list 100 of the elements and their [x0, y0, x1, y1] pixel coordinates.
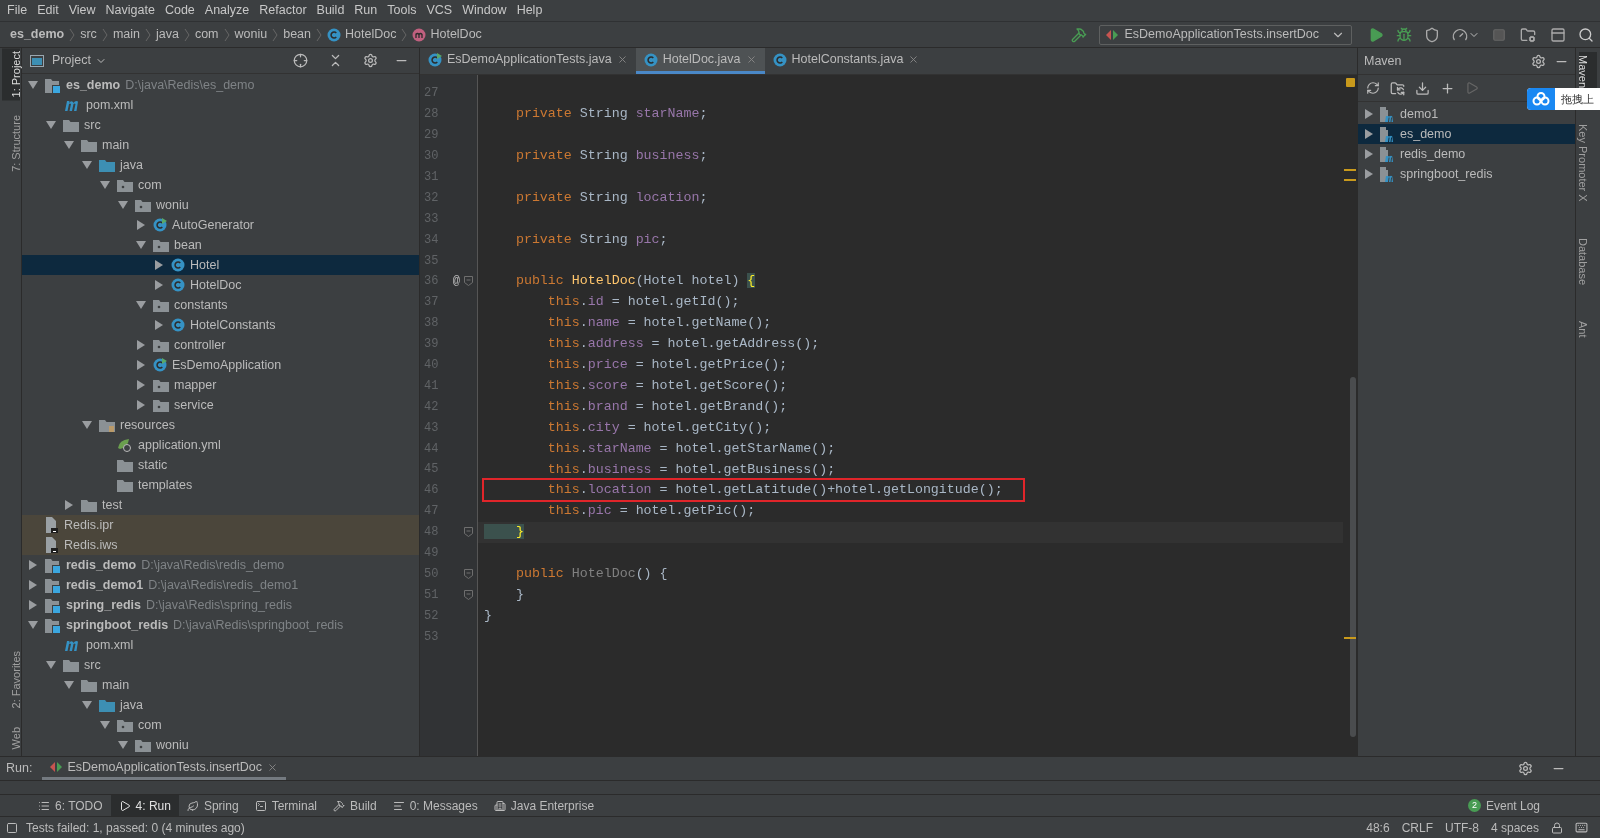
maven-project[interactable]: springboot_redis [1358, 164, 1575, 184]
close-icon[interactable] [266, 761, 278, 773]
expanded-arrow-icon[interactable] [136, 300, 146, 310]
menu-item[interactable]: View [63, 1, 101, 20]
tree-item[interactable]: resources [22, 415, 419, 435]
warning-marker[interactable] [1345, 78, 1355, 87]
editor-tab[interactable]: EsDemoApplicationTests.java [420, 48, 636, 74]
breadcrumb[interactable]: HotelDoc [412, 25, 482, 44]
menu-item[interactable]: VCS [421, 1, 458, 20]
expanded-arrow-icon[interactable] [100, 720, 110, 730]
fold-marker-icon[interactable] [464, 527, 473, 538]
tool-window-tab[interactable]: Key Promoter X [1579, 121, 1597, 205]
breadcrumb[interactable]: es_demo [10, 25, 65, 44]
tree-item[interactable]: bean [22, 235, 419, 255]
menu-item[interactable]: Analyze [199, 1, 255, 20]
tool-window-button[interactable]: Java Enterprise [485, 795, 603, 816]
maven-project[interactable]: es_demo [1358, 124, 1575, 144]
collapsed-arrow-icon[interactable] [28, 580, 38, 590]
menu-item[interactable]: Refactor [254, 1, 312, 20]
fold-marker-icon[interactable] [464, 568, 473, 579]
tree-item[interactable]: src [22, 655, 419, 675]
collapsed-arrow-icon[interactable] [154, 280, 164, 290]
tree-item[interactable]: static [22, 455, 419, 475]
tree-item[interactable]: templates [22, 475, 419, 495]
tool-window-tab[interactable]: Ant [1579, 317, 1597, 341]
tree-item[interactable]: redis_demo1 D:\java\Redis\redis_demo1 [22, 575, 419, 595]
expanded-arrow-icon[interactable] [46, 120, 56, 130]
breadcrumb[interactable]: java [155, 25, 179, 44]
collapsed-arrow-icon[interactable] [64, 500, 74, 510]
settings-icon[interactable] [1531, 53, 1546, 69]
run-tab[interactable]: EsDemoApplicationTests.insertDoc [42, 757, 286, 780]
editor-tab[interactable]: HotelDoc.java [635, 48, 765, 74]
menu-item[interactable]: Code [159, 1, 200, 20]
run-icon[interactable] [1368, 26, 1384, 43]
expanded-arrow-icon[interactable] [136, 240, 146, 250]
maven-project[interactable]: redis_demo [1358, 144, 1575, 164]
debug-icon[interactable] [1396, 26, 1412, 43]
tree-item[interactable]: spring_redis D:\java\Redis\spring_redis [22, 595, 419, 615]
tool-window-button[interactable]: 4: Run [110, 795, 179, 816]
expanded-arrow-icon[interactable] [82, 700, 92, 710]
event-log-button[interactable]: 2 Event Log [1467, 796, 1540, 815]
status-item[interactable]: CRLF [1401, 818, 1433, 837]
tool-window-tab[interactable]: 7: Structure [1, 112, 20, 176]
menu-item[interactable]: Build [311, 1, 350, 20]
tree-item[interactable]: es_demo D:\java\Redis\es_demo [22, 75, 419, 95]
tool-window-button[interactable]: 0: Messages [384, 795, 486, 816]
breadcrumb[interactable]: HotelDoc [327, 25, 397, 44]
close-icon[interactable] [908, 54, 920, 65]
breadcrumb[interactable]: bean [283, 25, 311, 44]
breadcrumb[interactable]: com [194, 25, 219, 44]
tool-window-tab[interactable]: Database [1579, 234, 1597, 288]
tree-item[interactable]: springboot_redis D:\java\Redis\springboot_redis [22, 615, 419, 635]
status-toggle-icon[interactable] [6, 821, 18, 834]
run-configuration-dropdown[interactable]: EsDemoApplicationTests.insertDoc [1099, 24, 1352, 45]
expanded-arrow-icon[interactable] [82, 420, 92, 430]
expanded-arrow-icon[interactable] [28, 80, 38, 90]
reload-icon[interactable] [1366, 81, 1380, 95]
expanded-arrow-icon[interactable] [118, 740, 128, 750]
expanded-arrow-icon[interactable] [28, 620, 38, 630]
tree-item[interactable]: controller [22, 335, 419, 355]
tool-window-tab[interactable]: 1: Project [1, 48, 20, 101]
collapsed-arrow-icon[interactable] [136, 340, 146, 350]
editor-tab[interactable]: HotelConstants.java [764, 48, 928, 74]
tree-item[interactable]: com [22, 175, 419, 195]
expanded-arrow-icon[interactable] [64, 140, 74, 150]
breadcrumb[interactable]: src [80, 25, 97, 44]
tree-item[interactable]: main [22, 135, 419, 155]
expanded-arrow-icon[interactable] [118, 200, 128, 210]
gutter-annotation[interactable]: @ [452, 272, 460, 291]
tree-item[interactable]: application.yml [22, 435, 419, 455]
tree-item[interactable]: mapper [22, 375, 419, 395]
tree-item[interactable]: com [22, 715, 419, 735]
collapsed-arrow-icon[interactable] [136, 400, 146, 410]
tree-item[interactable]: AutoGenerator [22, 215, 419, 235]
tree-item[interactable]: woniu [22, 735, 419, 755]
search-icon[interactable] [1578, 26, 1594, 43]
status-item[interactable]: 48:6 [1366, 818, 1390, 837]
menu-item[interactable]: Run [349, 1, 383, 20]
expanded-arrow-icon[interactable] [100, 180, 110, 190]
tool-window-button[interactable]: Build [325, 795, 385, 816]
status-item[interactable]: UTF-8 [1444, 818, 1479, 837]
close-icon[interactable] [616, 54, 628, 65]
lock-icon[interactable] [1551, 821, 1563, 834]
download-icon[interactable] [1415, 80, 1430, 96]
tree-item[interactable]: java [22, 155, 419, 175]
build-hammer-icon[interactable] [1071, 26, 1088, 43]
floating-upload-widget[interactable]: 拖拽上 [1527, 88, 1600, 110]
collapsed-arrow-icon[interactable] [28, 600, 38, 610]
close-icon[interactable] [745, 54, 757, 65]
menu-item[interactable]: Tools [382, 1, 422, 20]
project-structure-icon[interactable] [1520, 26, 1536, 43]
coverage-icon[interactable] [1424, 26, 1440, 43]
tree-item[interactable]: HotelDoc [22, 275, 419, 295]
tree-item[interactable]: pom.xml [22, 635, 419, 655]
tool-window-button[interactable]: Spring [178, 795, 247, 816]
window-layout-icon[interactable] [1550, 26, 1566, 43]
scrollbar-thumb[interactable] [1350, 377, 1356, 737]
fold-marker-icon[interactable] [464, 589, 473, 600]
tool-window-tab[interactable]: 2: Favorites [1, 648, 20, 712]
tree-item[interactable]: Redis.ipr [22, 515, 419, 535]
